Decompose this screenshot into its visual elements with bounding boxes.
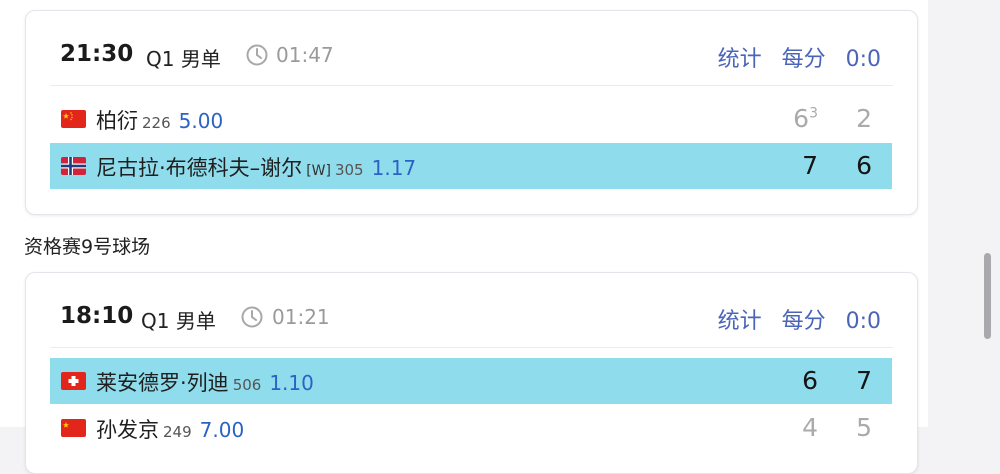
per-point-link[interactable]: 每分 bbox=[782, 47, 826, 72]
divider bbox=[50, 347, 893, 348]
set1-score: 7 bbox=[802, 151, 818, 180]
player-row-winner[interactable]: 莱安德罗·列迪 506 1.10 6 7 bbox=[50, 358, 892, 404]
match-time: 18:10 bbox=[60, 303, 134, 329]
match-links: 统计 每分 0:0 bbox=[698, 41, 881, 73]
divider bbox=[50, 85, 893, 86]
player-name-line: 尼古拉·布德科夫–谢尔 [W] 305 1.17 bbox=[96, 152, 416, 182]
player-name-line: 莱安德罗·列迪 506 1.10 bbox=[96, 367, 314, 397]
set1-score: 6 bbox=[802, 366, 818, 395]
game-score-link[interactable]: 0:0 bbox=[846, 309, 881, 334]
tiebreak-score: 3 bbox=[809, 105, 818, 122]
player-name: 柏衍 bbox=[96, 109, 138, 133]
scrollbar[interactable] bbox=[984, 253, 991, 339]
match-time: 21:30 bbox=[60, 41, 134, 67]
player-rank: 226 bbox=[142, 114, 171, 132]
player-odds[interactable]: 1.10 bbox=[269, 371, 314, 395]
player-row[interactable]: 孙发京 249 7.00 4 5 bbox=[50, 405, 892, 451]
china-flag-icon bbox=[61, 419, 86, 437]
stats-link[interactable]: 统计 bbox=[718, 309, 762, 334]
player-odds[interactable]: 5.00 bbox=[179, 109, 224, 133]
player-name-line: 孙发京 249 7.00 bbox=[96, 414, 244, 444]
match-header: 18:10 Q1 男单 01:21 统计 每分 0:0 bbox=[26, 273, 917, 353]
player-name-line: 柏衍 226 5.00 bbox=[96, 105, 223, 135]
set2-score: 5 bbox=[856, 413, 872, 442]
match-elapsed: 01:21 bbox=[272, 305, 330, 329]
player-row[interactable]: 柏衍 226 5.00 63 2 bbox=[50, 96, 892, 142]
player-rank: 506 bbox=[232, 376, 262, 394]
player-name: 孙发京 bbox=[96, 418, 159, 442]
match-round: Q1 男单 bbox=[141, 309, 216, 333]
set2-score: 2 bbox=[856, 104, 872, 133]
set1-score: 4 bbox=[802, 413, 818, 442]
match-elapsed: 01:47 bbox=[276, 43, 334, 67]
player-name: 莱安德罗·列迪 bbox=[96, 371, 229, 395]
clock-icon bbox=[246, 44, 268, 66]
match-header: 21:30 Q1 男单 01:47 统计 每分 0:0 bbox=[26, 11, 917, 91]
player-odds[interactable]: 7.00 bbox=[200, 418, 245, 442]
player-rank: 249 bbox=[163, 423, 192, 441]
player-odds[interactable]: 1.17 bbox=[372, 156, 417, 180]
set1-score: 63 bbox=[793, 104, 818, 133]
per-point-link[interactable]: 每分 bbox=[782, 309, 826, 334]
china-flag-icon bbox=[61, 110, 86, 128]
stats-link[interactable]: 统计 bbox=[718, 47, 762, 72]
set2-score: 7 bbox=[856, 366, 872, 395]
court-section-title: 资格赛9号球场 bbox=[24, 236, 151, 258]
norway-flag-icon bbox=[61, 157, 86, 175]
match-card[interactable]: 18:10 Q1 男单 01:21 统计 每分 0:0 莱安德罗·列迪 506 1.10… bbox=[25, 272, 918, 474]
match-links: 统计 每分 0:0 bbox=[698, 303, 881, 335]
player-row-winner[interactable]: 尼古拉·布德科夫–谢尔 [W] 305 1.17 7 6 bbox=[50, 143, 892, 189]
game-score-link[interactable]: 0:0 bbox=[846, 47, 881, 72]
clock-icon bbox=[241, 306, 263, 328]
wildcard-tag: [W] bbox=[306, 163, 331, 179]
player-name: 尼古拉·布德科夫–谢尔 bbox=[96, 156, 303, 180]
set2-score: 6 bbox=[856, 151, 872, 180]
player-rank: 305 bbox=[334, 161, 364, 179]
match-card[interactable]: 21:30 Q1 男单 01:47 统计 每分 0:0 柏衍 226 5.00 63 2 bbox=[25, 10, 918, 215]
switzerland-flag-icon bbox=[61, 372, 86, 390]
match-round: Q1 男单 bbox=[146, 47, 221, 71]
